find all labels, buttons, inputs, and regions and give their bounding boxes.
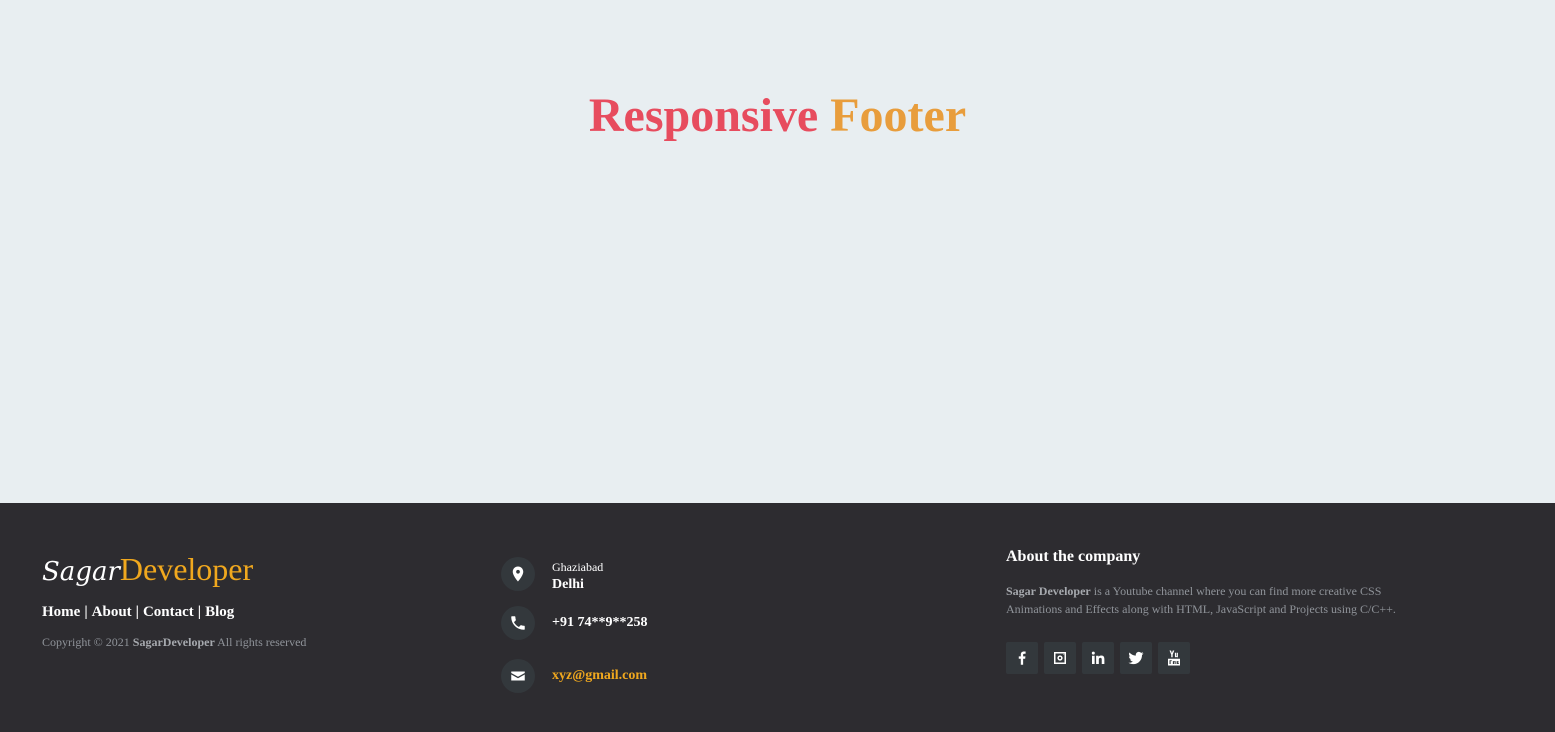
- logo-part-developer: Developer: [119, 551, 254, 587]
- email-link[interactable]: xyz@gmail.com: [552, 668, 647, 683]
- twitter-icon[interactable]: [1120, 642, 1152, 674]
- copyright-brand: SagarDeveloper: [132, 635, 215, 649]
- nav-link-about[interactable]: About: [92, 604, 132, 620]
- phone-number[interactable]: +91 74**9**258: [552, 615, 647, 631]
- location-text: Ghaziabad Delhi: [552, 560, 603, 593]
- facebook-icon[interactable]: [1006, 642, 1038, 674]
- nav-link-blog[interactable]: Blog: [205, 604, 234, 620]
- footer-left-column: SagarDeveloper Home | About | Contact | Blog C…: [42, 551, 462, 650]
- title-word-responsive: Responsive: [588, 89, 819, 142]
- site-footer: SagarDeveloper Home | About | Contact | Blog C…: [0, 503, 1555, 732]
- page-title: Responsive Footer: [0, 88, 1555, 143]
- location-city: Ghaziabad: [552, 560, 604, 574]
- copyright-suffix: All rights reserved: [217, 635, 307, 649]
- copyright-text: Copyright © 2021 SagarDeveloper All righ…: [42, 635, 462, 650]
- location-region: Delhi: [552, 577, 584, 592]
- nav-link-contact[interactable]: Contact: [143, 604, 194, 620]
- nav-separator: |: [84, 604, 88, 620]
- nav-separator: |: [197, 604, 202, 620]
- nav-separator: |: [135, 604, 139, 620]
- brand-logo[interactable]: SagarDeveloper: [42, 551, 462, 590]
- linkedin-icon[interactable]: [1082, 642, 1114, 674]
- logo-part-sagar: Sagar: [42, 557, 120, 587]
- youtube-icon[interactable]: [1158, 642, 1190, 674]
- copyright-prefix: Copyright © 2021: [42, 635, 130, 649]
- about-brand: Sagar Developer: [1006, 584, 1091, 598]
- instagram-icon[interactable]: [1044, 642, 1076, 674]
- contact-email: xyz@gmail.com: [501, 659, 921, 693]
- hero-section: Responsive Footer: [0, 0, 1555, 503]
- map-marker-icon: [501, 557, 535, 591]
- title-word-footer: Footer: [830, 89, 967, 142]
- phone-icon: [501, 606, 535, 640]
- footer-about-column: About the company Sagar Developer is a Y…: [1006, 548, 1436, 674]
- email-text: xyz@gmail.com: [552, 668, 647, 684]
- footer-nav: Home | About | Contact | Blog: [42, 604, 462, 621]
- footer-contact-column: Ghaziabad Delhi +91 74**9**258 xyz@gmail…: [501, 557, 921, 693]
- about-description: Sagar Developer is a Youtube channel whe…: [1006, 582, 1436, 618]
- contact-phone: +91 74**9**258: [501, 606, 921, 640]
- envelope-icon: [501, 659, 535, 693]
- contact-location: Ghaziabad Delhi: [501, 557, 921, 593]
- social-links: [1006, 642, 1436, 674]
- about-title: About the company: [1006, 548, 1141, 565]
- nav-link-home[interactable]: Home: [42, 604, 80, 620]
